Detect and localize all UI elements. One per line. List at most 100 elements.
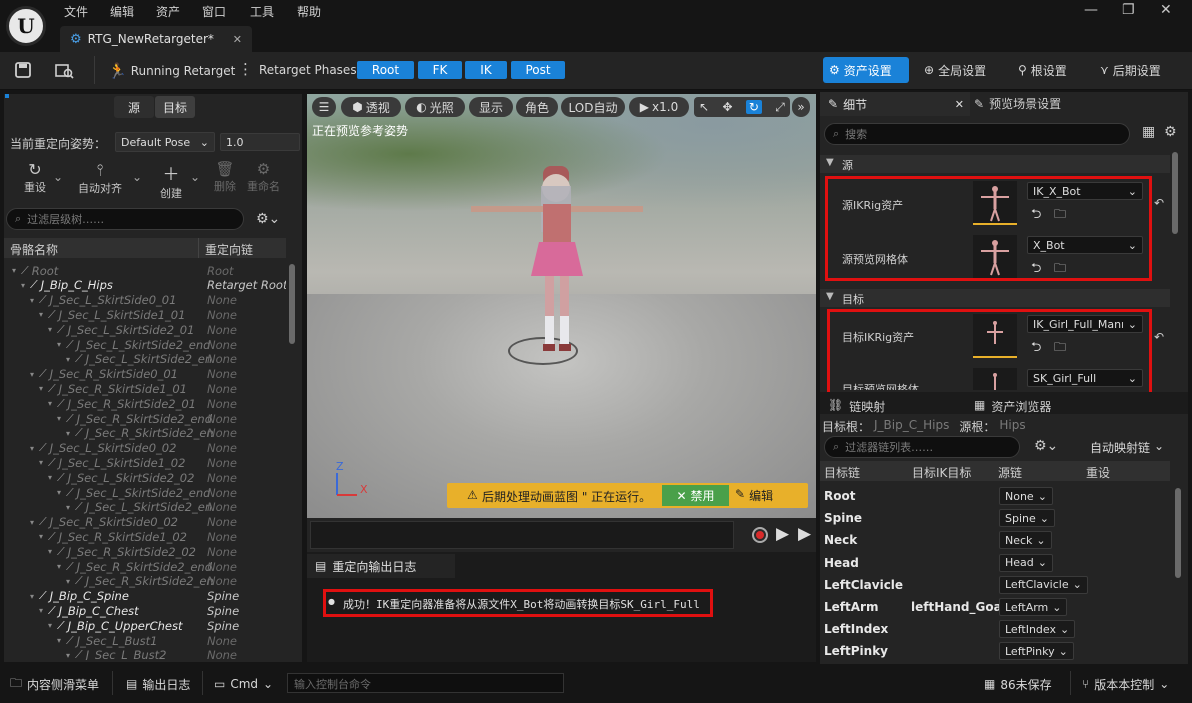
pose-blend-field[interactable]: 1.0 bbox=[220, 133, 300, 151]
source-chain-dropdown[interactable]: LeftClavicle ⌄ bbox=[999, 575, 1088, 594]
details-settings-gear-icon[interactable]: ⚙ bbox=[1164, 124, 1177, 140]
transform-tools[interactable]: ↖ ✥ ↻ ⤢ bbox=[694, 97, 790, 117]
viewport-menu-icon[interactable]: ☰ bbox=[312, 97, 336, 117]
expand-arrow-icon[interactable]: ▾ bbox=[30, 592, 39, 601]
create-dropdown-icon[interactable]: ⌄ bbox=[190, 170, 200, 184]
menu-edit[interactable]: 编辑 bbox=[110, 3, 134, 20]
lod-button[interactable]: LOD自动 bbox=[561, 97, 625, 117]
expand-arrow-icon[interactable]: ▾ bbox=[21, 281, 30, 290]
tree-row[interactable]: ▾ ⟋ J_Sec_L_SkirtSide2_01 None bbox=[12, 322, 237, 337]
details-search-input[interactable]: ⌕ 搜索 bbox=[824, 123, 1130, 145]
tree-row[interactable]: ▾ ⟋ J_Sec_L_SkirtSide2_end None bbox=[12, 337, 237, 352]
more-options-icon[interactable]: ⋮ bbox=[238, 60, 253, 78]
col-target-chain[interactable]: 目标链 bbox=[824, 464, 860, 481]
tree-row[interactable]: ▾ ⟋ J_Bip_C_Spine Spine bbox=[12, 589, 239, 604]
expand-arrow-icon[interactable]: ▾ bbox=[66, 355, 75, 364]
expand-arrow-icon[interactable]: ▾ bbox=[57, 636, 66, 645]
tree-row[interactable]: ▾ ⟋ J_Sec_L_Bust1 None bbox=[12, 633, 237, 648]
delete-button[interactable]: 🗑 删除 bbox=[214, 160, 236, 194]
source-chain-dropdown[interactable]: Neck ⌄ bbox=[999, 531, 1052, 550]
expand-arrow-icon[interactable]: ▾ bbox=[30, 518, 39, 527]
play-forward-icon[interactable]: ▶ bbox=[776, 524, 789, 544]
tab-root-settings[interactable]: ⚲ 根设置 bbox=[1012, 57, 1073, 83]
col-bone-name[interactable]: 骨骼名称 bbox=[10, 241, 58, 258]
source-chain-dropdown[interactable]: Head ⌄ bbox=[999, 553, 1053, 572]
expand-arrow-icon[interactable]: ▾ bbox=[30, 370, 39, 379]
auto-map-chains-button[interactable]: 自动映射链 ⌄ bbox=[1090, 439, 1164, 456]
menu-file[interactable]: 文件 bbox=[64, 3, 88, 20]
output-log-button[interactable]: ▤ 输出日志 bbox=[126, 673, 190, 695]
content-drawer-button[interactable]: 🗀 内容侧滑菜单 bbox=[10, 673, 99, 695]
chain-row[interactable]: Spine Spine ⌄ bbox=[820, 508, 1170, 530]
chain-row[interactable]: LeftArm leftHand_Goal LeftArm ⌄ bbox=[820, 597, 1170, 619]
seg-target[interactable]: 目标 bbox=[155, 96, 195, 118]
section-source-header[interactable]: ▼ 源 bbox=[820, 155, 1170, 173]
tab-preview-scene[interactable]: ✎ 预览场景设置 bbox=[974, 95, 1061, 112]
chain-scrollbar[interactable] bbox=[1175, 488, 1181, 578]
chain-row[interactable]: LeftIndex LeftIndex ⌄ bbox=[820, 619, 1170, 641]
timeline-track[interactable] bbox=[310, 521, 734, 549]
maximize-button[interactable]: ❐ bbox=[1122, 2, 1135, 18]
select-icon[interactable]: ↖ bbox=[699, 100, 709, 114]
tree-row[interactable]: ▾ ⟋ J_Sec_R_SkirtSide2_end None bbox=[12, 559, 237, 574]
reset-to-default-icon[interactable]: ↶ bbox=[1154, 330, 1164, 344]
doc-tab-retargeter[interactable]: ⚙ RTG_NewRetargeter* ✕ bbox=[60, 26, 252, 52]
tree-row[interactable]: ▾ ⟋ J_Sec_L_SkirtSide0_01 None bbox=[12, 293, 237, 308]
expand-arrow-icon[interactable]: ▾ bbox=[39, 384, 48, 393]
expand-arrow-icon[interactable]: ▾ bbox=[48, 621, 57, 630]
expand-arrow-icon[interactable]: ▾ bbox=[39, 532, 48, 541]
expand-arrow-icon[interactable]: ▾ bbox=[30, 296, 39, 305]
tree-row[interactable]: ▾ ⟋ J_Sec_L_SkirtSide0_02 None bbox=[12, 441, 237, 456]
unreal-logo-icon[interactable]: U bbox=[6, 6, 46, 46]
viewport[interactable] bbox=[307, 94, 816, 518]
save-icon[interactable] bbox=[14, 61, 32, 79]
tree-row[interactable]: ▾ ⟋ J_Sec_L_SkirtSide2_en None bbox=[12, 500, 237, 515]
hierarchy-search-input[interactable]: ⌕ 过滤层级树…… bbox=[6, 208, 244, 230]
tree-row[interactable]: ▾ ⟋ J_Sec_R_SkirtSide2_01 None bbox=[12, 396, 237, 411]
minimize-button[interactable]: — bbox=[1084, 2, 1098, 18]
expand-arrow-icon[interactable]: ▾ bbox=[39, 458, 48, 467]
hierarchy-settings-gear-icon[interactable]: ⚙⌄ bbox=[256, 211, 280, 227]
source-chain-dropdown[interactable]: LeftPinky ⌄ bbox=[999, 642, 1074, 661]
running-retarget-button[interactable]: 🏃 Running Retarget bbox=[108, 60, 235, 82]
browse-asset-icon[interactable] bbox=[54, 61, 74, 79]
source-chain-dropdown[interactable]: LeftIndex ⌄ bbox=[999, 620, 1076, 639]
tree-row[interactable]: ▾ ⟋ J_Sec_R_SkirtSide0_02 None bbox=[12, 515, 237, 530]
chain-row[interactable]: LeftClavicle LeftClavicle ⌄ bbox=[820, 575, 1170, 597]
tree-row[interactable]: ▾ ⟋ J_Bip_C_Chest Spine bbox=[12, 603, 239, 618]
menu-window[interactable]: 窗口 bbox=[202, 3, 226, 20]
grid-view-icon[interactable]: ▦ bbox=[1142, 124, 1155, 140]
expand-arrow-icon[interactable]: ▾ bbox=[48, 399, 57, 408]
tree-row[interactable]: ▾ ⟋ J_Sec_L_SkirtSide2_end None bbox=[12, 485, 237, 500]
version-control-button[interactable]: ⑂ 版本本控制 ⌄ bbox=[1082, 673, 1169, 695]
col-reset[interactable]: 重设 bbox=[1086, 464, 1110, 481]
phase-fk-button[interactable]: FK bbox=[418, 61, 462, 79]
source-chain-dropdown[interactable]: None ⌄ bbox=[999, 487, 1053, 505]
menu-asset[interactable]: 资产 bbox=[156, 3, 180, 20]
expand-arrow-icon[interactable]: ▾ bbox=[66, 651, 75, 660]
phase-post-button[interactable]: Post bbox=[511, 61, 565, 79]
tree-row[interactable]: ▾ ⟋ J_Sec_L_Bust2 None bbox=[12, 648, 237, 660]
character-button[interactable]: 角色 bbox=[516, 97, 558, 117]
tree-row[interactable]: ▾ ⟋ Root Root bbox=[12, 263, 234, 278]
expand-arrow-icon[interactable]: ▾ bbox=[48, 547, 57, 556]
scale-icon[interactable]: ⤢ bbox=[775, 100, 785, 115]
align-dropdown-icon[interactable]: ⌄ bbox=[132, 170, 142, 184]
translate-icon[interactable]: ✥ bbox=[723, 100, 733, 114]
perspective-button[interactable]: ⬢ 透视 bbox=[341, 97, 401, 117]
expand-arrow-icon[interactable]: ▾ bbox=[57, 340, 66, 349]
expand-arrow-icon[interactable]: ▾ bbox=[48, 325, 57, 334]
expand-arrow-icon[interactable]: ▾ bbox=[57, 414, 66, 423]
expand-arrow-icon[interactable]: ▾ bbox=[66, 577, 75, 586]
tree-row[interactable]: ▾ ⟋ J_Sec_R_SkirtSide2_en None bbox=[12, 426, 237, 441]
phase-ik-button[interactable]: IK bbox=[465, 61, 507, 79]
log-tab[interactable]: ▤ 重定向输出日志 bbox=[307, 554, 455, 578]
playback-speed-button[interactable]: ▶ x1.0 bbox=[629, 97, 689, 117]
expand-arrow-icon[interactable]: ▾ bbox=[30, 444, 39, 453]
reset-button[interactable]: ↻ 重设 bbox=[24, 160, 46, 195]
tree-row[interactable]: ▾ ⟋ J_Sec_R_SkirtSide2_en None bbox=[12, 574, 237, 589]
col-retarget-chain[interactable]: 重定向链 bbox=[205, 241, 253, 258]
tree-row[interactable]: ▾ ⟋ J_Sec_R_SkirtSide0_01 None bbox=[12, 367, 237, 382]
disable-postprocess-button[interactable]: ✕ 禁用 bbox=[662, 485, 729, 506]
menu-help[interactable]: 帮助 bbox=[297, 3, 321, 20]
